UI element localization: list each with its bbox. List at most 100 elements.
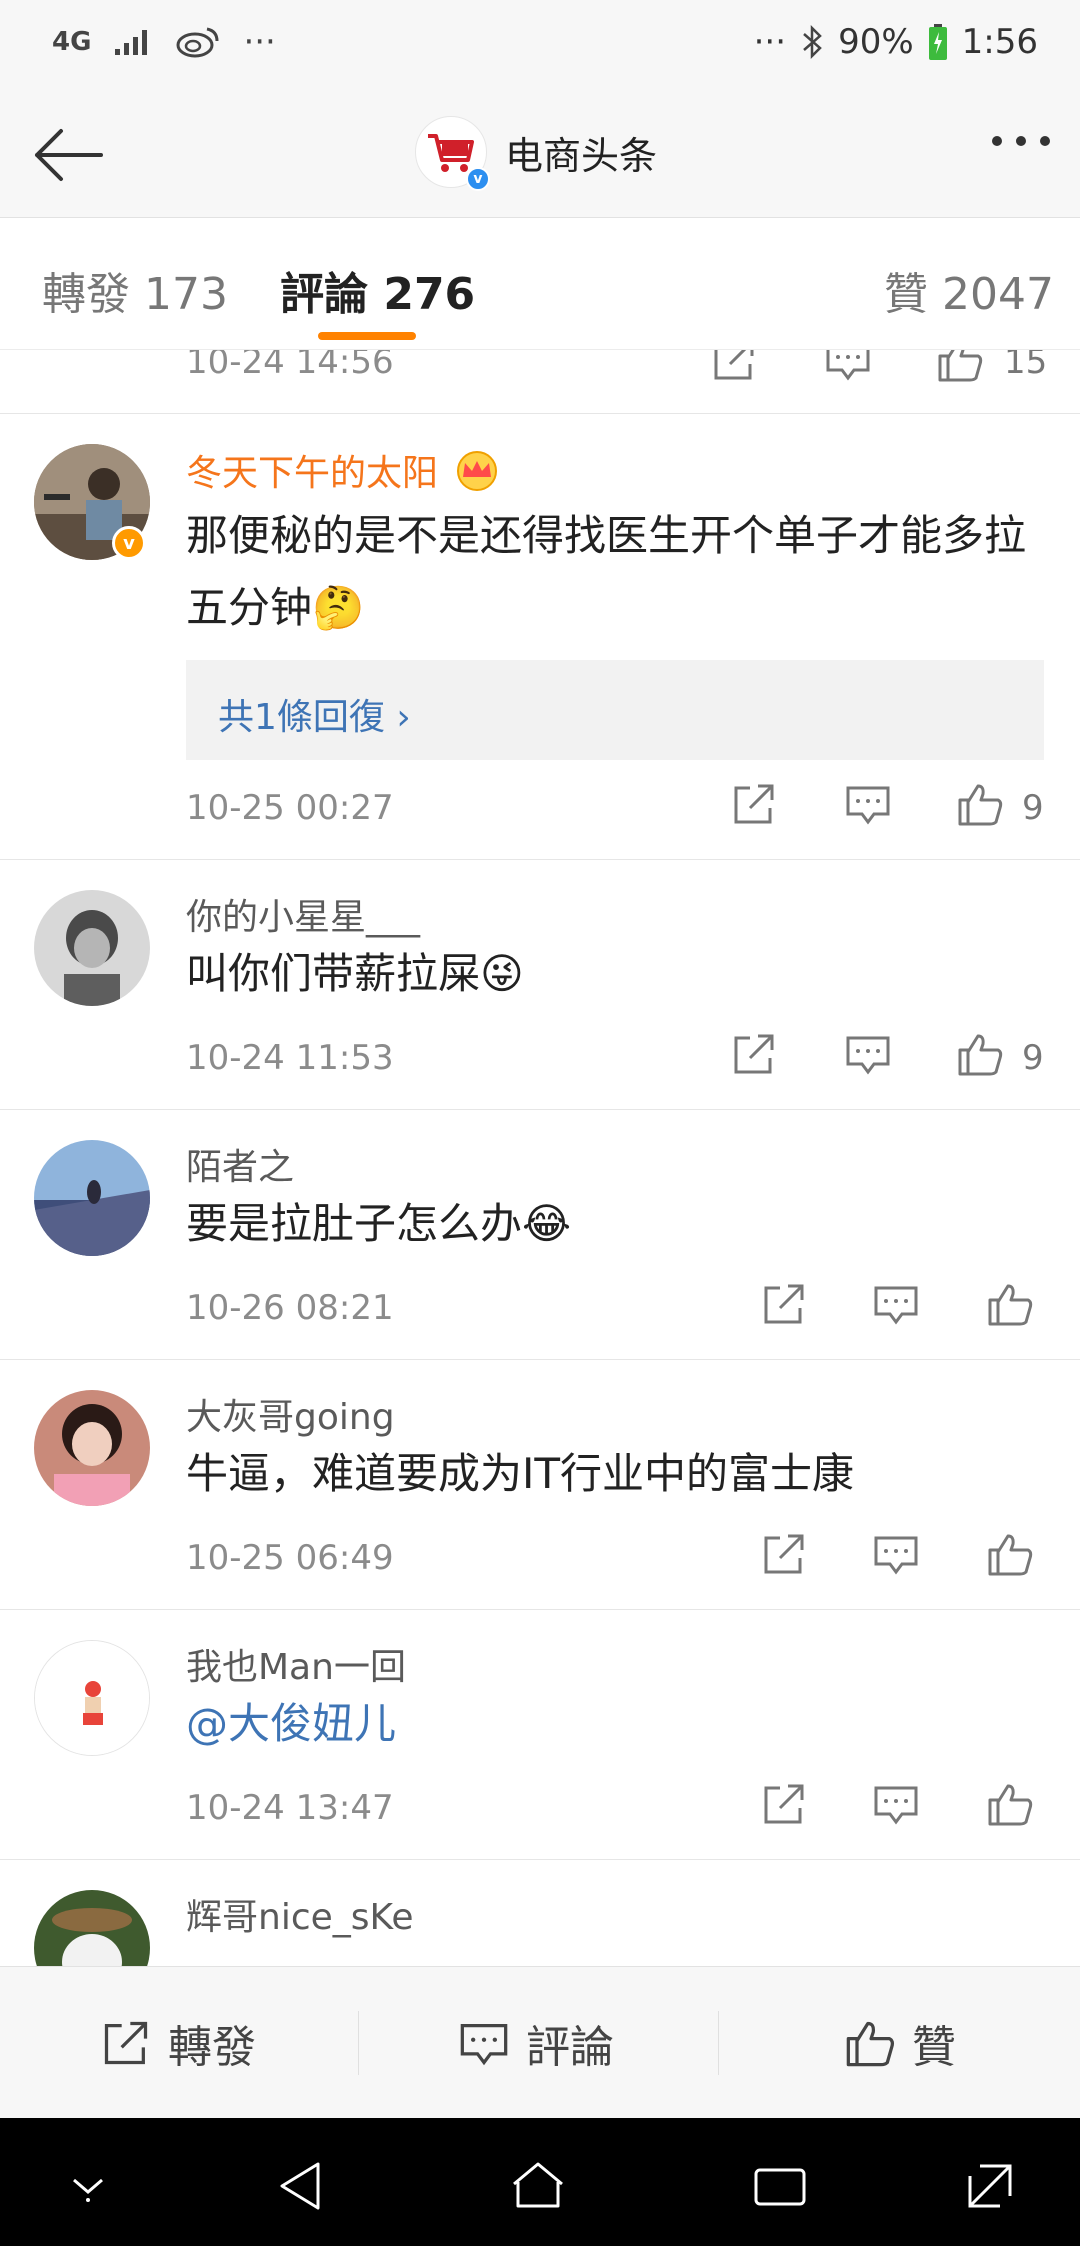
comment-time: 10-25 06:49 xyxy=(186,1538,394,1578)
tab-comments[interactable]: 評論 276 xyxy=(280,258,475,322)
user-avatar[interactable] xyxy=(34,1390,150,1506)
like-label: 贊 xyxy=(912,2022,956,2073)
status-overflow: ··· xyxy=(243,22,276,62)
home-icon[interactable] xyxy=(508,2156,568,2216)
user-avatar[interactable] xyxy=(34,1640,150,1756)
comment-item: 10-24 14:56 15 xyxy=(0,350,1080,414)
share-icon[interactable] xyxy=(760,1530,808,1578)
thinking-emoji-icon: 🤔 xyxy=(312,583,365,632)
reply-icon[interactable] xyxy=(844,1030,892,1078)
comment-icon xyxy=(460,2024,508,2066)
comment-mention-link[interactable]: @大俊妞儿 xyxy=(186,1688,1046,1760)
reply-summary-link[interactable]: 共1條回復 › xyxy=(218,688,411,740)
like-icon[interactable] xyxy=(956,1030,1004,1078)
network-indicator: 4G xyxy=(52,27,92,57)
comment-username[interactable]: 辉哥nice_sKe xyxy=(186,1888,413,1940)
like-button[interactable]: 贊 xyxy=(844,2011,956,2075)
more-options-button[interactable] xyxy=(992,136,1050,146)
tab-bar: 轉發 173 評論 276 贊 2047 xyxy=(0,218,1080,350)
share-icon[interactable] xyxy=(760,1280,808,1328)
user-avatar[interactable] xyxy=(34,1890,150,1966)
bluetooth-icon xyxy=(803,24,822,60)
comment-time: 10-25 00:27 xyxy=(186,788,394,828)
like-icon[interactable] xyxy=(936,350,984,384)
tab-reposts[interactable]: 轉發 173 xyxy=(42,258,228,322)
comment-username[interactable]: 大灰哥going xyxy=(186,1388,395,1440)
comment-body: 叫你们带薪拉屎 xyxy=(186,949,481,998)
back-triangle-icon[interactable] xyxy=(272,2156,332,2216)
like-icon[interactable] xyxy=(956,780,1004,828)
battery-percent: 90% xyxy=(838,22,914,62)
reply-icon[interactable] xyxy=(872,1780,920,1828)
avatar-photo xyxy=(34,1890,150,1966)
avatar-photo xyxy=(34,1390,150,1506)
share-icon[interactable] xyxy=(730,1030,778,1078)
like-count: 9 xyxy=(1022,788,1044,828)
tab-likes[interactable]: 贊 2047 xyxy=(884,258,1054,322)
comment-text: 牛逼，难道要成为IT行业中的富士康 xyxy=(186,1449,855,1498)
divider xyxy=(358,2011,359,2075)
user-avatar[interactable] xyxy=(34,1140,150,1256)
recent-apps-icon[interactable] xyxy=(750,2156,810,2216)
comment-button[interactable]: 評論 xyxy=(458,2011,614,2075)
reply-icon[interactable] xyxy=(872,1530,920,1578)
tab-reposts-count: 173 xyxy=(144,269,228,320)
like-count: 15 xyxy=(1004,350,1048,382)
like-icon[interactable] xyxy=(986,1280,1034,1328)
comment-username[interactable]: 陌者之 xyxy=(186,1138,294,1190)
username-text: 冬天下午的太阳 xyxy=(186,453,439,494)
avatar-photo xyxy=(34,890,150,1006)
tab-likes-count: 2047 xyxy=(942,269,1054,320)
repost-button[interactable]: 轉發 xyxy=(100,2011,256,2075)
reply-icon[interactable] xyxy=(872,1280,920,1328)
comment-item: 我也Man一回 @大俊妞儿 10-24 13:47 xyxy=(0,1610,1080,1860)
comment-list[interactable]: 10-24 14:56 15 v 冬天下午的太阳 那便秘的是不是还得找医生开个单… xyxy=(0,350,1080,1966)
user-avatar[interactable] xyxy=(34,890,150,1006)
active-tab-indicator xyxy=(318,332,416,340)
comment-time: 10-26 08:21 xyxy=(186,1288,394,1328)
like-count: 9 xyxy=(1022,1038,1044,1078)
comment-body: 要是拉肚子怎么办 xyxy=(186,1199,523,1248)
comment-username[interactable]: 你的小星星___ xyxy=(186,888,420,940)
dot-icon xyxy=(1040,136,1050,146)
like-icon[interactable] xyxy=(986,1530,1034,1578)
comment-time: 10-24 13:47 xyxy=(186,1788,394,1828)
comment-time: 10-24 11:53 xyxy=(186,1038,394,1078)
share-icon xyxy=(104,2021,148,2065)
back-button[interactable] xyxy=(28,120,108,190)
fullscreen-toggle-icon[interactable] xyxy=(960,2156,1020,2216)
dot-icon xyxy=(1016,136,1026,146)
avatar-photo xyxy=(35,1641,149,1755)
share-icon[interactable] xyxy=(730,780,778,828)
hide-nav-icon[interactable] xyxy=(58,2156,118,2216)
reply-icon[interactable] xyxy=(824,350,872,384)
silly-face-emoji-icon: 😜 xyxy=(480,949,524,998)
status-right-overflow: ··· xyxy=(753,22,787,62)
tab-comments-label: 評論 xyxy=(280,269,368,320)
account-avatar[interactable]: v xyxy=(415,116,490,191)
dot-icon xyxy=(992,136,1002,146)
comment-label: 評論 xyxy=(526,2022,614,2073)
laughing-emoji-icon: 😂 xyxy=(522,1199,572,1248)
status-time: 1:56 xyxy=(961,22,1038,62)
back-arrow-icon xyxy=(35,129,103,181)
tab-likes-label: 贊 xyxy=(884,269,928,320)
comment-username[interactable]: 我也Man一回 xyxy=(186,1638,406,1690)
comment-item: 陌者之 要是拉肚子怎么办😂 10-26 08:21 xyxy=(0,1110,1080,1360)
reply-icon[interactable] xyxy=(844,780,892,828)
share-icon[interactable] xyxy=(710,350,758,384)
reply-summary-box[interactable]: 共1條回復 › xyxy=(186,660,1044,760)
repost-label: 轉發 xyxy=(168,2022,256,2073)
tab-comments-count: 276 xyxy=(383,269,476,320)
like-icon[interactable] xyxy=(986,1780,1034,1828)
comment-time: 10-24 14:56 xyxy=(186,350,394,382)
tab-reposts-label: 轉發 xyxy=(42,269,130,320)
comment-username[interactable]: 冬天下午的太阳 xyxy=(186,444,499,496)
system-navigation-bar xyxy=(0,2118,1080,2246)
share-icon[interactable] xyxy=(760,1780,808,1828)
comment-text: 叫你们带薪拉屎😜 xyxy=(186,938,1046,1010)
bottom-action-bar: 轉發 評論 贊 xyxy=(0,1966,1080,2118)
verified-badge: v xyxy=(112,526,146,560)
status-bar: 4G ··· ··· 90% 1:56 xyxy=(0,0,1080,92)
account-header[interactable]: v 电商头条 xyxy=(415,116,657,191)
